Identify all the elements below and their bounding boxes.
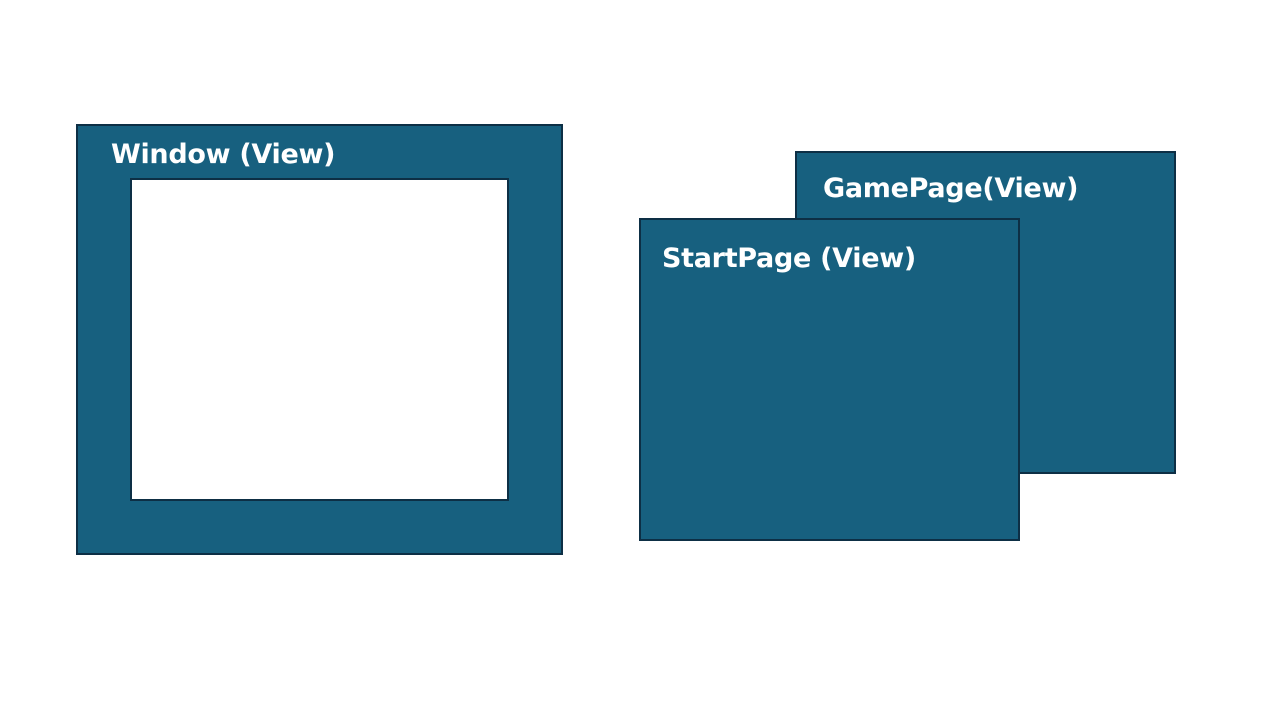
- startpage-view-label: StartPage (View): [662, 243, 916, 274]
- window-content-area: [130, 178, 509, 501]
- diagram-canvas: Window (View) GamePage(View) StartPage (…: [0, 0, 1280, 720]
- gamepage-view-label: GamePage(View): [823, 173, 1079, 204]
- window-view-label: Window (View): [111, 139, 336, 170]
